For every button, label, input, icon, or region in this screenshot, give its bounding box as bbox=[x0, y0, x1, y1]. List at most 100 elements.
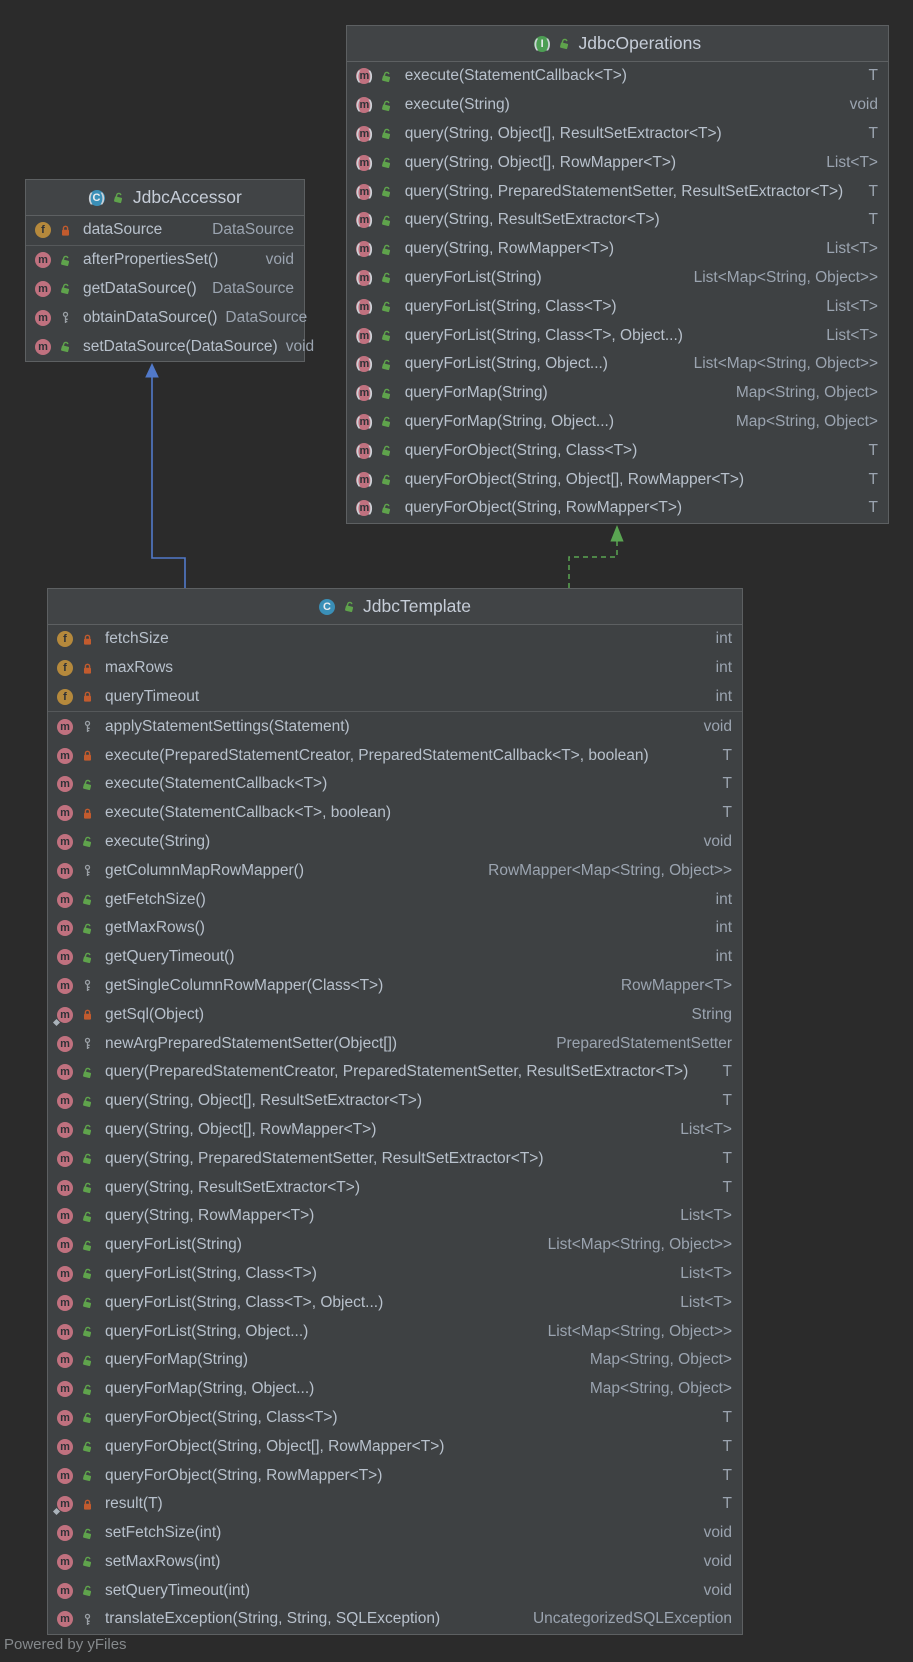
member-name: queryForList(String, Class<T>) bbox=[404, 297, 617, 315]
class-header[interactable]: C JdbcAccessor bbox=[26, 180, 304, 216]
method-row[interactable]: m query(String, RowMapper<T>) List<T> bbox=[347, 235, 888, 264]
member-name: queryForList(String) bbox=[404, 268, 542, 286]
method-row[interactable]: m applyStatementSettings(Statement) void bbox=[48, 712, 742, 741]
method-row[interactable]: m getFetchSize() int bbox=[48, 885, 742, 914]
method-icon: m bbox=[57, 1121, 73, 1138]
public-icon bbox=[80, 893, 94, 907]
member-name: setMaxRows(int) bbox=[105, 1552, 221, 1570]
method-row[interactable]: m query(String, PreparedStatementSetter, … bbox=[347, 177, 888, 206]
field-row[interactable]: f dataSource DataSource bbox=[26, 216, 304, 245]
member-name: execute(StatementCallback<T>) bbox=[105, 775, 328, 793]
method-row[interactable]: m getQueryTimeout() int bbox=[48, 943, 742, 972]
method-row[interactable]: m query(String, ResultSetExtractor<T>) T bbox=[48, 1173, 742, 1202]
method-row[interactable]: m query(String, Object[], ResultSetExtrac… bbox=[347, 120, 888, 149]
method-row[interactable]: m execute(StatementCallback<T>, boolean) T bbox=[48, 799, 742, 828]
method-row[interactable]: m setDataSource(DataSource) void bbox=[26, 332, 314, 361]
method-row[interactable]: m queryForList(String) List<Map<String, Ob… bbox=[347, 264, 888, 293]
method-row[interactable]: m setFetchSize(int) void bbox=[48, 1519, 742, 1548]
member-name: queryForList(String, Class<T>) bbox=[105, 1264, 317, 1282]
public-icon bbox=[58, 282, 72, 296]
method-row[interactable]: m queryForObject(String, Class<T>) T bbox=[347, 436, 888, 465]
field-row[interactable]: f queryTimeout int bbox=[48, 683, 742, 712]
method-icon: m bbox=[52, 1496, 73, 1516]
method-icon: m bbox=[57, 1237, 73, 1254]
method-row[interactable]: m execute(StatementCallback<T>) T bbox=[347, 62, 888, 91]
method-row[interactable]: m queryForMap(String) Map<String, Object> bbox=[48, 1346, 742, 1375]
method-row[interactable]: m execute(StatementCallback<T>) T bbox=[48, 770, 742, 799]
method-row[interactable]: m queryForList(String, Object...) List<Map… bbox=[48, 1317, 742, 1346]
member-type: T bbox=[868, 211, 878, 229]
member-name: newArgPreparedStatementSetter(Object[]) bbox=[105, 1034, 398, 1052]
method-row[interactable]: m queryForObject(String, RowMapper<T>) T bbox=[48, 1461, 742, 1490]
member-name: query(String, PreparedStatementSetter, R… bbox=[105, 1149, 544, 1167]
method-row[interactable]: m query(String, Object[], RowMapper<T>) Li… bbox=[347, 148, 888, 177]
method-row[interactable]: m execute(String) void bbox=[48, 828, 742, 857]
method-section: m execute(StatementCallback<T>) Tm execute(… bbox=[347, 62, 888, 523]
method-row[interactable]: m queryForObject(String, Class<T>) T bbox=[48, 1404, 742, 1433]
method-row[interactable]: m query(String, Object[], ResultSetExtrac… bbox=[48, 1087, 742, 1116]
method-row[interactable]: m translateException(String, String, SQLE… bbox=[48, 1605, 742, 1634]
public-icon bbox=[80, 1325, 94, 1339]
class-header[interactable]: I JdbcOperations bbox=[347, 26, 888, 62]
class-box-jdbcaccessor[interactable]: C JdbcAccessor f dataSource DataSource m af… bbox=[25, 179, 314, 362]
class-box-jdbcoperations[interactable]: I JdbcOperations m execute(StatementCallb… bbox=[346, 25, 889, 524]
method-row[interactable]: m query(String, Object[], RowMapper<T>) Li… bbox=[48, 1116, 742, 1145]
public-icon bbox=[80, 1555, 94, 1569]
method-row[interactable]: m queryForMap(String) Map<String, Object> bbox=[347, 379, 888, 408]
method-row[interactable]: m queryForList(String, Class<T>) List<T> bbox=[48, 1260, 742, 1289]
method-row[interactable]: m getSql(Object) String bbox=[48, 1000, 742, 1029]
method-row[interactable]: m afterPropertiesSet() void bbox=[26, 246, 304, 275]
private-icon bbox=[80, 690, 94, 704]
public-icon bbox=[380, 329, 394, 343]
method-row[interactable]: m queryForMap(String, Object...) Map<Strin… bbox=[48, 1375, 742, 1404]
field-section: f fetchSize int f maxRows int f queryTimeout int bbox=[48, 625, 742, 711]
member-type: DataSource bbox=[212, 279, 294, 297]
field-row[interactable]: f fetchSize int bbox=[48, 625, 742, 654]
method-row[interactable]: m getSingleColumnRowMapper(Class<T>) RowMa… bbox=[48, 972, 742, 1001]
method-row[interactable]: m execute(PreparedStatementCreator, Prepa… bbox=[48, 741, 742, 770]
method-row[interactable]: m queryForList(String, Object...) List<Map… bbox=[347, 350, 888, 379]
method-row[interactable]: m newArgPreparedStatementSetter(Object[])… bbox=[48, 1029, 742, 1058]
method-row[interactable]: m queryForObject(String, RowMapper<T>) T bbox=[347, 494, 888, 523]
class-header[interactable]: C JdbcTemplate bbox=[48, 589, 742, 625]
private-icon bbox=[80, 1008, 94, 1022]
method-row[interactable]: m getDataSource() DataSource bbox=[26, 275, 304, 304]
method-icon: m bbox=[57, 1352, 73, 1369]
class-box-jdbctemplate[interactable]: C JdbcTemplate f fetchSize int f maxRows int f… bbox=[47, 588, 743, 1635]
member-type: void bbox=[265, 251, 294, 269]
member-type: List<T> bbox=[826, 326, 878, 344]
method-row[interactable]: m query(String, ResultSetExtractor<T>) T bbox=[347, 206, 888, 235]
method-row[interactable]: m obtainDataSource() DataSource bbox=[26, 303, 307, 332]
public-icon bbox=[380, 300, 394, 314]
method-icon: m bbox=[57, 1467, 73, 1484]
method-icon: m bbox=[356, 327, 373, 344]
method-icon: m bbox=[356, 500, 373, 517]
method-row[interactable]: m result(T) T bbox=[48, 1490, 742, 1519]
method-row[interactable]: m queryForMap(String, Object...) Map<Strin… bbox=[347, 408, 888, 437]
method-row[interactable]: m queryForObject(String, Object[], RowMap… bbox=[347, 465, 888, 494]
method-row[interactable]: m queryForList(String) List<Map<String, Ob… bbox=[48, 1231, 742, 1260]
method-row[interactable]: m queryForList(String, Class<T>, Object..… bbox=[347, 321, 888, 350]
method-row[interactable]: m query(String, PreparedStatementSetter, … bbox=[48, 1144, 742, 1173]
method-icon: m bbox=[57, 1525, 73, 1542]
method-icon: m bbox=[356, 269, 373, 286]
method-icon: m bbox=[57, 1582, 73, 1599]
member-name: result(T) bbox=[105, 1495, 163, 1513]
method-row[interactable]: m setMaxRows(int) void bbox=[48, 1548, 742, 1577]
method-row[interactable]: m query(String, RowMapper<T>) List<T> bbox=[48, 1202, 742, 1231]
method-row[interactable]: m query(PreparedStatementCreator, Prepare… bbox=[48, 1058, 742, 1087]
method-row[interactable]: m queryForObject(String, Object[], RowMap… bbox=[48, 1432, 742, 1461]
public-icon bbox=[112, 191, 126, 205]
method-row[interactable]: m getMaxRows() int bbox=[48, 914, 742, 943]
public-icon bbox=[80, 1584, 94, 1598]
method-row[interactable]: m queryForList(String, Class<T>, Object..… bbox=[48, 1288, 742, 1317]
method-row[interactable]: m queryForList(String, Class<T>) List<T> bbox=[347, 292, 888, 321]
field-row[interactable]: f maxRows int bbox=[48, 654, 742, 683]
member-type: T bbox=[722, 746, 732, 764]
member-type: T bbox=[722, 775, 732, 793]
member-type: int bbox=[715, 687, 732, 705]
method-row[interactable]: m execute(String) void bbox=[347, 91, 888, 120]
method-row[interactable]: m setQueryTimeout(int) void bbox=[48, 1576, 742, 1605]
method-row[interactable]: m getColumnMapRowMapper() RowMapper<Map<St… bbox=[48, 856, 742, 885]
member-name: query(String, Object[], RowMapper<T>) bbox=[105, 1120, 377, 1138]
